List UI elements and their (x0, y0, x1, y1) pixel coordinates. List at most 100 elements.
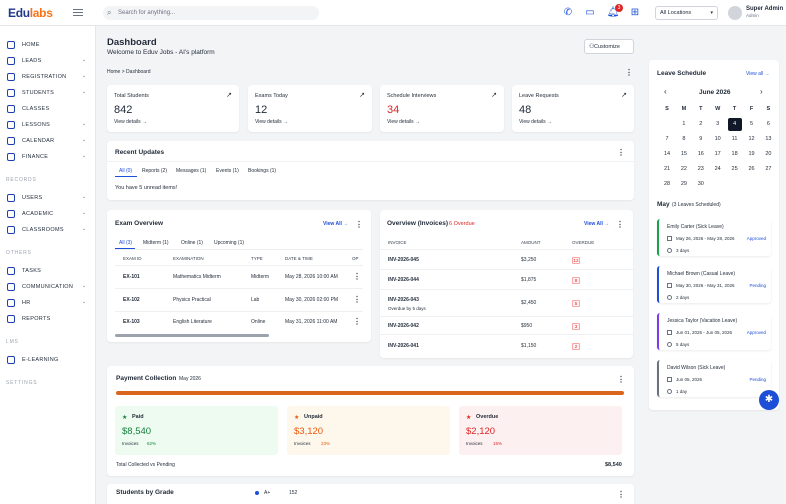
sidebar-item-finance[interactable]: FINANCE ⌄ (0, 152, 96, 164)
more-options-icon[interactable]: ⋮ (355, 221, 363, 229)
calendar-day[interactable]: 21 (662, 166, 672, 172)
calendar-day[interactable]: 20 (763, 151, 773, 157)
calendar-day[interactable]: 1 (679, 121, 689, 127)
calendar-day[interactable]: 10 (713, 136, 723, 142)
chat-icon[interactable]: ▭ (583, 6, 597, 20)
menu-toggle-icon[interactable] (73, 9, 83, 16)
row-options-icon[interactable]: ⋮ (353, 318, 361, 326)
location-select[interactable]: All Locations ▾ (655, 6, 718, 20)
calendar-day[interactable]: 22 (679, 166, 689, 172)
tab-all[interactable]: All (3) (119, 240, 132, 246)
unread-message: You have 5 unread items! (115, 185, 178, 191)
help-fab-icon[interactable]: ✱ (759, 390, 779, 410)
view-details-link[interactable]: View details → (519, 119, 552, 125)
calendar-day[interactable]: 15 (679, 151, 689, 157)
whatsapp-icon[interactable]: ✆ (561, 6, 575, 20)
more-options-icon[interactable]: ⋮ (617, 376, 625, 384)
calendar-day[interactable]: 7 (662, 136, 672, 142)
sidebar-item-lessons[interactable]: LESSONS ⌄ (0, 120, 96, 132)
sidebar-item-home[interactable]: HOME (0, 40, 96, 52)
sidebar-item-elearning[interactable]: E-LEARNING (0, 355, 96, 367)
sidebar-item-classes[interactable]: CLASSES (0, 104, 96, 116)
apps-grid-icon[interactable]: ⊞ (628, 6, 642, 20)
calendar-day[interactable]: 8 (679, 136, 689, 142)
leave-item[interactable]: Michael Brown (Casual Leave) May 30, 202… (657, 266, 771, 303)
view-details-link[interactable]: View details → (387, 119, 420, 125)
chevron-down-icon: ⌄ (82, 153, 87, 159)
sidebar-item-registration[interactable]: REGISTRATION ⌄ (0, 72, 96, 84)
search-input[interactable]: ⌕ Search for anything... (103, 6, 319, 20)
tab-events[interactable]: Events (1) (216, 168, 239, 174)
app-logo[interactable]: Edulabs (8, 6, 53, 20)
tab-upcoming[interactable]: Upcoming (1) (214, 240, 244, 246)
leave-item[interactable]: Jessica Taylor (Vacation Leave) Jun 01, … (657, 313, 771, 350)
calendar-icon (667, 377, 672, 382)
calendar-day[interactable]: 28 (662, 181, 672, 187)
grade-label: A+ (264, 490, 271, 496)
avatar[interactable] (728, 6, 742, 20)
sidebar-item-hr[interactable]: HR ⌄ (0, 298, 96, 310)
more-options-icon[interactable]: ⋮ (617, 491, 625, 499)
leave-item[interactable]: Emily Carter (Sick Leave) May 26, 2026 -… (657, 219, 771, 256)
calendar-day[interactable]: 25 (730, 166, 740, 172)
sidebar-item-users[interactable]: USERS ⌄ (0, 193, 96, 205)
view-all-link[interactable]: View All → (584, 221, 609, 227)
row-options-icon[interactable]: ⋮ (353, 273, 361, 281)
row-options-icon[interactable]: ⋮ (353, 296, 361, 304)
calendar-day[interactable]: 9 (696, 136, 706, 142)
view-all-link[interactable]: View all → (746, 71, 770, 77)
sidebar-item-academic[interactable]: ACADEMIC ⌄ (0, 209, 96, 221)
calendar-day[interactable]: 23 (696, 166, 706, 172)
calendar-day[interactable]: 2 (696, 121, 706, 127)
calendar-day[interactable]: 30 (696, 181, 706, 187)
sidebar-item-classrooms[interactable]: CLASSROOMS ⌄ (0, 225, 96, 237)
sidebar-item-tasks[interactable]: TASKS (0, 266, 96, 278)
stat-card-leave-requests[interactable]: Leave Requests ↗ 48 View details → (512, 85, 634, 132)
sidebar-item-students[interactable]: STUDENTS ⌄ (0, 88, 96, 100)
calendar-day[interactable]: 6 (763, 121, 773, 127)
calendar-day[interactable]: 24 (713, 166, 723, 172)
calendar-day[interactable]: 11 (730, 136, 740, 142)
calendar-day[interactable]: 3 (713, 121, 723, 127)
calendar-day[interactable]: 17 (713, 151, 723, 157)
calendar-day[interactable]: 27 (763, 166, 773, 172)
crumb-home[interactable]: Home (107, 69, 120, 75)
weekday-label: F (749, 106, 754, 112)
sidebar-item-leads[interactable]: LEADS ⌄ (0, 56, 96, 68)
stat-card-schedule-interviews[interactable]: Schedule Interviews ↗ 34 View details → (380, 85, 504, 132)
tab-bookings[interactable]: Bookings (1) (248, 168, 276, 174)
calendar-day[interactable]: 5 (747, 121, 757, 127)
sidebar-item-calendar[interactable]: CALENDAR ⌄ (0, 136, 96, 148)
prev-month-icon[interactable]: ‹ (664, 88, 667, 96)
next-month-icon[interactable]: › (760, 88, 763, 96)
more-options-icon[interactable]: ⋮ (625, 69, 633, 77)
calendar-day[interactable]: 19 (747, 151, 757, 157)
tab-reports[interactable]: Reports (2) (142, 168, 167, 174)
calendar-day[interactable]: 29 (679, 181, 689, 187)
calendar-day[interactable]: 4 (727, 118, 742, 131)
view-all-link[interactable]: View All → (323, 221, 348, 227)
sidebar-item-communication[interactable]: COMMUNICATION ⌄ (0, 282, 96, 294)
tab-online[interactable]: Online (1) (181, 240, 203, 246)
users-icon (7, 194, 15, 202)
tab-all[interactable]: All (0) (119, 168, 132, 174)
stat-card-exams-today[interactable]: Exams Today ↗ 12 View details → (248, 85, 372, 132)
calendar-day[interactable]: 26 (747, 166, 757, 172)
calendar-day[interactable]: 13 (763, 136, 773, 142)
more-options-icon[interactable]: ⋮ (616, 221, 624, 229)
more-options-icon[interactable]: ⋮ (617, 149, 625, 157)
tab-messages[interactable]: Messages (1) (176, 168, 206, 174)
view-details-link[interactable]: View details → (255, 119, 288, 125)
stat-card-total-students[interactable]: Total Students ↗ 842 View details → (107, 85, 239, 132)
calendar-day[interactable]: 18 (730, 151, 740, 157)
leave-item[interactable]: David Wilson (Sick Leave) Jun 05, 2026 1… (657, 360, 771, 397)
calendar-day[interactable]: 12 (747, 136, 757, 142)
sidebar-item-reports[interactable]: REPORTS (0, 314, 96, 326)
collection-progress-bar (116, 391, 624, 395)
tab-midterm[interactable]: Midterm (1) (143, 240, 169, 246)
view-details-link[interactable]: View details → (114, 119, 147, 125)
customize-button[interactable]: ⚇ Customize (584, 39, 634, 54)
calendar-day[interactable]: 16 (696, 151, 706, 157)
horizontal-scrollbar[interactable] (115, 334, 269, 337)
calendar-day[interactable]: 14 (662, 151, 672, 157)
